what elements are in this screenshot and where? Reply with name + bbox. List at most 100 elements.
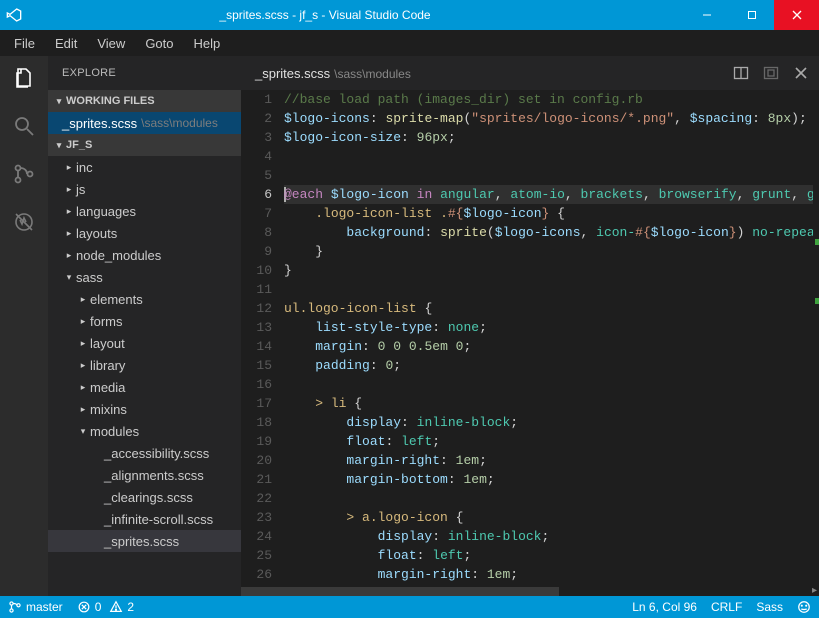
code-line[interactable]: } (284, 261, 819, 280)
status-problems[interactable]: 0 2 (77, 600, 134, 614)
editor-tabbar: _sprites.scss \sass\modules (241, 56, 819, 90)
code-line[interactable]: padding: 0; (284, 356, 819, 375)
code-line[interactable]: float: left; (284, 432, 819, 451)
code-line[interactable]: list-style-type: none; (284, 318, 819, 337)
line-number: 8 (241, 223, 272, 242)
window-controls (684, 0, 819, 30)
chevron-right-icon: ▸ (62, 184, 76, 195)
code-line[interactable]: margin: 0 0 0.5em 0; (284, 337, 819, 356)
code-line[interactable]: $logo-icon-size: 96px; (284, 128, 819, 147)
folder-item[interactable]: ▸mixins (48, 398, 241, 420)
editor-group: _sprites.scss \sass\modules 123456789101… (241, 56, 819, 596)
sidebar-explorer: EXPLORE ▾ WORKING FILES _sprites.scss\sa… (48, 56, 241, 596)
close-editor-icon[interactable] (793, 65, 809, 81)
file-item[interactable]: _sprites.scss (48, 530, 241, 552)
code-line[interactable]: ul.logo-icon-list { (284, 299, 819, 318)
more-actions-icon[interactable] (763, 65, 779, 81)
folder-item[interactable]: ▸layout (48, 332, 241, 354)
folder-item[interactable]: ▸js (48, 178, 241, 200)
folder-item[interactable]: ▸forms (48, 310, 241, 332)
status-branch-label: master (26, 600, 63, 614)
folder-item[interactable]: ▸node_modules (48, 244, 241, 266)
status-language[interactable]: Sass (756, 600, 783, 614)
folder-item[interactable]: ▾modules (48, 420, 241, 442)
tree-item-label: _sprites.scss (104, 534, 179, 549)
line-number: 5 (241, 166, 272, 185)
code-line[interactable]: //base load path (images_dir) set in con… (284, 90, 819, 109)
status-cursor-position[interactable]: Ln 6, Col 96 (632, 600, 697, 614)
code-line[interactable] (284, 375, 819, 394)
activity-git-icon[interactable] (10, 160, 38, 188)
code-line[interactable] (284, 280, 819, 299)
line-number: 11 (241, 280, 272, 299)
window-minimize-button[interactable] (684, 0, 729, 30)
code-line[interactable]: float: left; (284, 546, 819, 565)
code-line[interactable] (284, 147, 819, 166)
section-project[interactable]: ▾ JF_S (48, 134, 241, 156)
file-item[interactable]: _clearings.scss (48, 486, 241, 508)
code-line[interactable]: > li { (284, 394, 819, 413)
code-line[interactable] (284, 489, 819, 508)
split-editor-icon[interactable] (733, 65, 749, 81)
line-number: 24 (241, 527, 272, 546)
folder-item[interactable]: ▾sass (48, 266, 241, 288)
file-item[interactable]: _alignments.scss (48, 464, 241, 486)
tree-item-label: forms (90, 314, 123, 329)
line-number: 1 (241, 90, 272, 109)
line-number-gutter: 1234567891011121314151617181920212223242… (241, 90, 284, 586)
menu-view[interactable]: View (89, 33, 133, 54)
window-close-button[interactable] (774, 0, 819, 30)
menu-help[interactable]: Help (186, 33, 229, 54)
code-line[interactable]: $logo-icons: sprite-map("sprites/logo-ic… (284, 109, 819, 128)
editor-tab[interactable]: _sprites.scss \sass\modules (255, 66, 733, 81)
folder-item[interactable]: ▸library (48, 354, 241, 376)
status-feedback-icon[interactable] (797, 600, 811, 614)
code-line[interactable]: > a.logo-icon { (284, 508, 819, 527)
folder-item[interactable]: ▸media (48, 376, 241, 398)
scrollbar-right-arrow-icon[interactable]: ▸ (812, 585, 817, 596)
line-number: 7 (241, 204, 272, 223)
code-content[interactable]: //base load path (images_dir) set in con… (284, 90, 819, 586)
scrollbar-thumb[interactable] (241, 587, 559, 596)
code-line[interactable]: margin-right: 1em; (284, 565, 819, 584)
horizontal-scrollbar[interactable]: ▸ (241, 586, 819, 596)
code-line[interactable]: display: inline-block; (284, 413, 819, 432)
code-line[interactable] (284, 166, 819, 185)
working-file-item[interactable]: _sprites.scss\sass\modules (48, 112, 241, 134)
tree-item-label: _alignments.scss (104, 468, 204, 483)
code-line[interactable]: @each $logo-icon in angular, atom-io, br… (284, 185, 819, 204)
menu-file[interactable]: File (6, 33, 43, 54)
activity-explorer-icon[interactable] (10, 64, 38, 92)
activity-debug-icon[interactable] (10, 208, 38, 236)
folder-item[interactable]: ▸languages (48, 200, 241, 222)
status-eol[interactable]: CRLF (711, 600, 742, 614)
activity-search-icon[interactable] (10, 112, 38, 140)
chevron-right-icon: ▸ (62, 228, 76, 239)
window-maximize-button[interactable] (729, 0, 774, 30)
code-line[interactable]: display: inline-block; (284, 527, 819, 546)
tree-item-label: mixins (90, 402, 127, 417)
project-tree: ▸inc▸js▸languages▸layouts▸node_modules▾s… (48, 156, 241, 596)
line-number: 19 (241, 432, 272, 451)
code-line[interactable]: } (284, 242, 819, 261)
status-git-branch[interactable]: master (8, 600, 63, 614)
code-line[interactable]: margin-bottom: 1em; (284, 470, 819, 489)
folder-item[interactable]: ▸elements (48, 288, 241, 310)
code-editor[interactable]: 1234567891011121314151617181920212223242… (241, 90, 819, 586)
section-working-files[interactable]: ▾ WORKING FILES (48, 90, 241, 112)
file-item[interactable]: _accessibility.scss (48, 442, 241, 464)
line-number: 2 (241, 109, 272, 128)
folder-item[interactable]: ▸inc (48, 156, 241, 178)
code-line[interactable]: background: sprite($logo-icons, icon-#{$… (284, 223, 819, 242)
tree-item-label: js (76, 182, 85, 197)
code-line[interactable]: margin-right: 1em; (284, 451, 819, 470)
folder-item[interactable]: ▸layouts (48, 222, 241, 244)
chevron-right-icon: ▸ (76, 404, 90, 415)
status-warning-count: 2 (127, 600, 134, 614)
code-line[interactable]: .logo-icon-list .#{$logo-icon} { (284, 204, 819, 223)
menu-edit[interactable]: Edit (47, 33, 85, 54)
file-item[interactable]: _infinite-scroll.scss (48, 508, 241, 530)
menu-goto[interactable]: Goto (137, 33, 181, 54)
overview-ruler[interactable] (813, 90, 819, 586)
tree-item-label: elements (90, 292, 143, 307)
